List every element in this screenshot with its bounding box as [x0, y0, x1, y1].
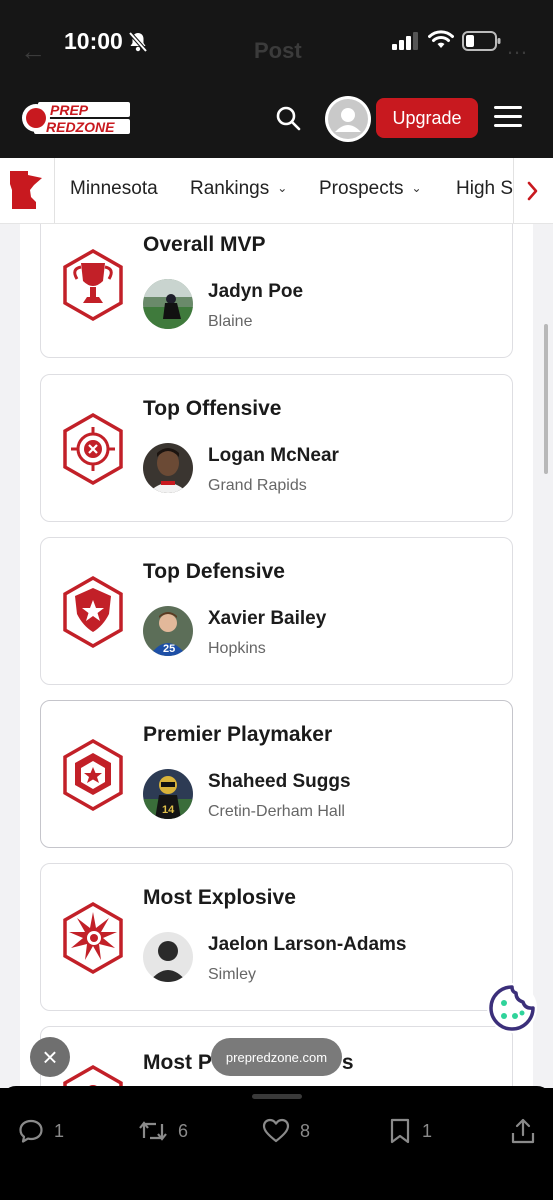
more-icon[interactable]: …	[506, 34, 528, 60]
award-title-start: Most P	[143, 1051, 212, 1074]
scrollbar[interactable]	[544, 324, 548, 474]
bell-muted-icon	[128, 31, 148, 53]
award-title: Most Explosive	[143, 886, 296, 909]
award-title: Premier Playmaker	[143, 723, 333, 746]
like-button[interactable]: 8	[262, 1118, 310, 1144]
bookmark-button[interactable]: 1	[388, 1118, 432, 1144]
bookmark-icon	[390, 1118, 410, 1144]
reply-count: 1	[54, 1120, 65, 1141]
chevron-right-icon	[527, 181, 538, 201]
player-school: Cretin-Derham Hall	[208, 803, 345, 820]
award-badge-icon	[63, 1064, 123, 1088]
share-button[interactable]	[510, 1118, 536, 1144]
post-action-bar: 1 6 8 1	[0, 1086, 553, 1200]
sheet-grabber[interactable]	[252, 1094, 302, 1099]
battery-icon	[462, 31, 501, 51]
target-icon	[63, 412, 123, 486]
logo-text-bottom: REDZONE	[46, 119, 115, 135]
award-title: Overall MVP	[143, 233, 266, 256]
svg-text:25: 25	[163, 643, 175, 655]
nav-item-label: Minnesota	[70, 178, 158, 199]
repost-count: 6	[178, 1120, 189, 1141]
nav-item-prospects[interactable]: Prospects ⌄	[319, 178, 422, 200]
award-list: Overall MVP Jadyn Poe Blaine Top Offensi…	[0, 224, 553, 1088]
user-avatar[interactable]	[325, 96, 371, 142]
minnesota-map-icon[interactable]	[8, 170, 44, 210]
upgrade-button[interactable]: Upgrade	[376, 98, 478, 138]
shield-star-icon	[63, 575, 123, 649]
player-photo-image	[143, 279, 193, 329]
award-title: Top Defensive	[143, 560, 285, 583]
user-placeholder-icon	[328, 99, 368, 139]
repost-button[interactable]: 6	[138, 1118, 188, 1144]
domain-pill[interactable]: prepredzone.com	[211, 1038, 342, 1076]
wifi-icon	[428, 30, 454, 48]
reply-icon	[19, 1119, 43, 1143]
award-card-overall-mvp[interactable]: Overall MVP Jadyn Poe Blaine	[40, 224, 513, 358]
player-photo-image: 25	[143, 606, 193, 656]
state-subnav: Minnesota Rankings ⌄ Prospects ⌄ High S	[0, 158, 553, 224]
player-photo[interactable]	[143, 279, 193, 329]
player-photo-image	[143, 443, 193, 493]
search-icon[interactable]	[274, 104, 302, 132]
nav-item-label: High S	[456, 178, 514, 199]
close-icon[interactable]: ×	[30, 1037, 70, 1077]
heart-icon	[262, 1118, 290, 1143]
signal-icon	[392, 32, 418, 50]
back-arrow-icon[interactable]: ←	[20, 36, 46, 67]
chevron-down-icon: ⌄	[411, 181, 422, 195]
nav-item-rankings[interactable]: Rankings ⌄	[190, 178, 287, 200]
like-count: 8	[300, 1120, 311, 1141]
player-school: Hopkins	[208, 640, 266, 657]
cookie-settings-button[interactable]	[487, 983, 537, 1033]
player-name[interactable]: Xavier Bailey	[208, 608, 326, 630]
reply-button[interactable]: 1	[18, 1118, 64, 1144]
bookmark-count: 1	[422, 1120, 433, 1141]
player-name[interactable]: Jaelon Larson-Adams	[208, 934, 407, 956]
chevron-down-icon: ⌄	[277, 181, 288, 195]
subnav-next-button[interactable]	[513, 158, 553, 223]
svg-text:14: 14	[162, 804, 175, 816]
status-time: 10:00	[64, 28, 123, 54]
player-photo[interactable]: 25	[143, 606, 193, 656]
repost-icon	[139, 1121, 167, 1141]
logo-text-top: PREP	[50, 102, 89, 118]
cookie-icon	[489, 985, 535, 1031]
player-photo[interactable]	[143, 932, 193, 982]
award-title: Top Offensive	[143, 397, 282, 420]
player-school: Simley	[208, 966, 257, 983]
player-name[interactable]: Shaheed Suggs	[208, 771, 351, 793]
player-name[interactable]: Jadyn Poe	[208, 281, 303, 303]
prep-redzone-logo[interactable]: PREP REDZONE	[20, 100, 132, 136]
subnav-divider	[54, 158, 55, 223]
player-photo[interactable]	[143, 443, 193, 493]
trophy-icon	[63, 248, 123, 322]
hamburger-menu-icon[interactable]	[494, 106, 522, 130]
explosion-icon	[63, 901, 123, 975]
award-card-most-explosive[interactable]: Most Explosive Jaelon Larson-Adams Simle…	[40, 863, 513, 1011]
post-title: Post	[254, 38, 302, 63]
player-photo-placeholder-icon	[143, 932, 193, 982]
player-school: Blaine	[208, 313, 253, 330]
award-title-end: s	[341, 1051, 354, 1074]
nav-item-minnesota[interactable]: Minnesota	[70, 178, 158, 200]
player-photo[interactable]: 14	[143, 769, 193, 819]
player-photo-image: 14	[143, 769, 193, 819]
top-bar: ← Post … 10:00 PREP REDZONE Upgrade	[0, 0, 553, 158]
player-school: Grand Rapids	[208, 477, 307, 494]
nav-item-high-school[interactable]: High S	[456, 178, 513, 200]
chevron-star-badge-icon	[63, 738, 123, 812]
award-card-top-defensive[interactable]: Top Defensive 25 Xavier Bailey Hopkins	[40, 537, 513, 685]
share-icon	[511, 1118, 535, 1144]
award-card-premier-playmaker[interactable]: Premier Playmaker 14 Shaheed Suggs Creti…	[40, 700, 513, 848]
award-card-top-offensive[interactable]: Top Offensive Logan McNear Grand Rapids	[40, 374, 513, 522]
nav-item-label: Rankings	[190, 178, 270, 199]
player-name[interactable]: Logan McNear	[208, 445, 339, 467]
nav-item-label: Prospects	[319, 178, 404, 199]
